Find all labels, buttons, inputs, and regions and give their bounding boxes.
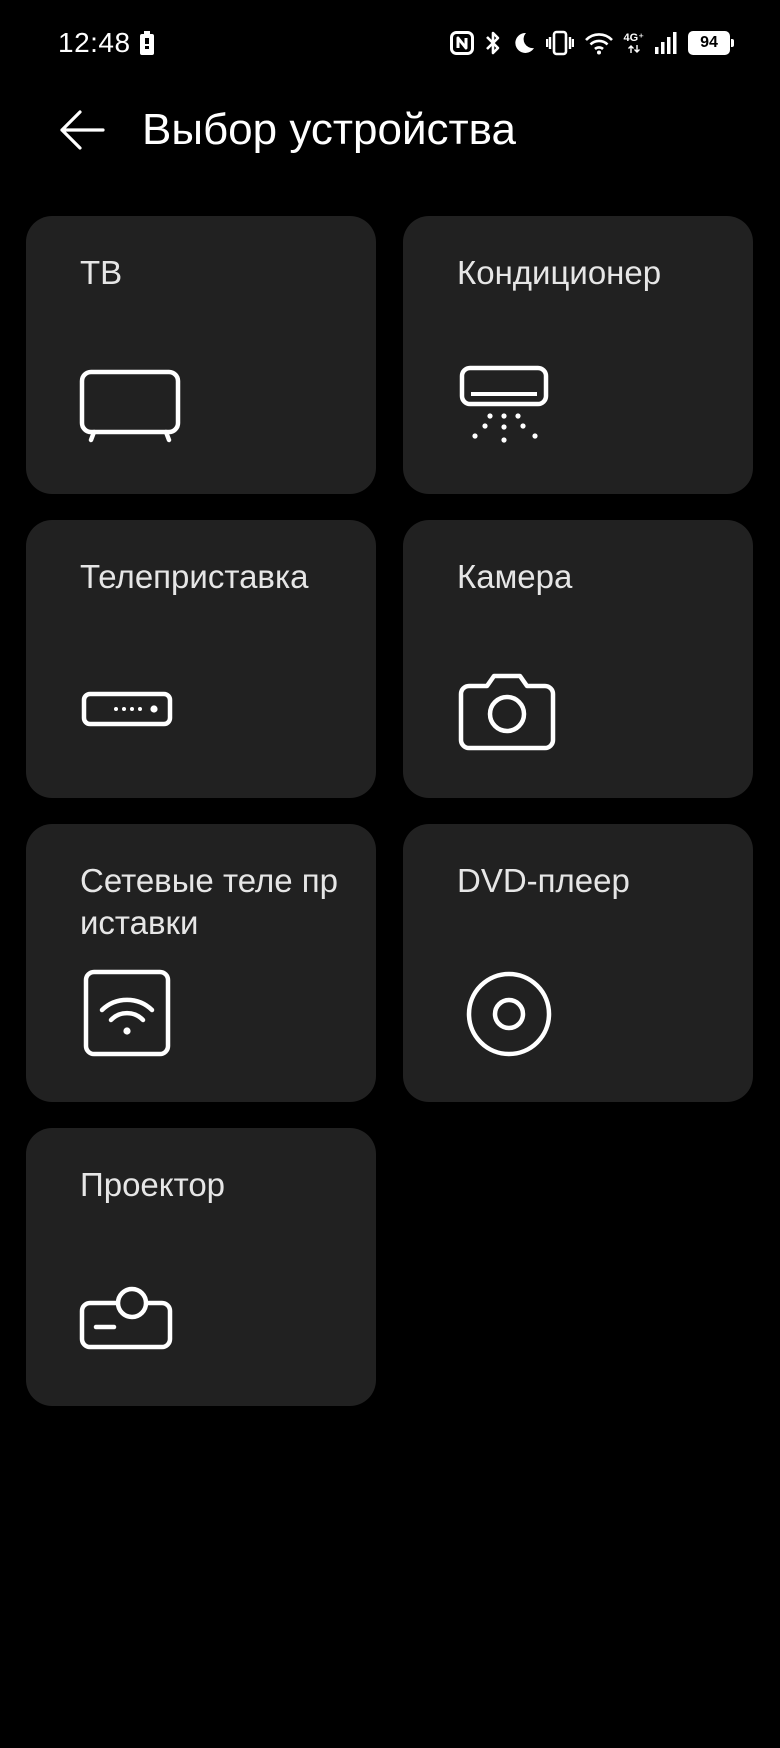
device-card-air-conditioner[interactable]: Кондиционер xyxy=(403,216,753,494)
device-card-camera[interactable]: Камера xyxy=(403,520,753,798)
app-header: Выбор устройства xyxy=(0,88,780,172)
data-arrows-icon xyxy=(627,44,640,53)
network-box-icon xyxy=(78,966,188,1062)
device-label: Телеприставка xyxy=(80,558,309,595)
battery-level: 94 xyxy=(700,34,718,51)
air-conditioner-icon xyxy=(455,358,565,454)
device-label: Кондиционер xyxy=(457,254,662,291)
device-label: ТВ xyxy=(80,254,123,291)
status-icons: 4G⁺ 94 xyxy=(449,26,734,60)
status-time: 12:48 xyxy=(58,27,131,58)
device-card-tv[interactable]: ТВ xyxy=(26,216,376,494)
device-card-network-box[interactable]: Сетевые теле приставки xyxy=(26,824,376,1102)
status-bar: 12:48 4G⁺ 94 xyxy=(0,0,780,88)
battery-icon: 94 xyxy=(688,31,734,55)
bluetooth-icon xyxy=(485,31,499,55)
network-type: 4G⁺ xyxy=(623,31,644,54)
arrow-left-icon xyxy=(60,110,105,150)
device-label: DVD-плеер xyxy=(457,862,630,899)
signal-icon xyxy=(655,32,677,54)
device-label: Сетевые теле приставки xyxy=(80,862,338,941)
device-card-dvd-player[interactable]: DVD-плеер xyxy=(403,824,753,1102)
wifi-icon xyxy=(584,33,613,55)
camera-icon xyxy=(455,662,565,758)
battery-saver-icon xyxy=(140,31,154,55)
moon-icon xyxy=(514,32,534,53)
disc-icon xyxy=(455,966,565,1062)
device-label: Камера xyxy=(457,558,573,595)
device-card-set-top-box[interactable]: Телеприставка xyxy=(26,520,376,798)
tv-icon xyxy=(78,358,188,454)
page-title: Выбор устройства xyxy=(142,105,517,154)
vibrate-icon xyxy=(545,30,574,56)
back-button[interactable] xyxy=(56,106,108,154)
set-top-box-icon xyxy=(78,662,188,758)
device-card-projector[interactable]: Проектор xyxy=(26,1128,376,1406)
nfc-icon xyxy=(449,31,474,55)
device-label: Проектор xyxy=(80,1166,226,1203)
projector-icon xyxy=(78,1270,188,1366)
network-type-label: 4G⁺ xyxy=(623,31,644,44)
